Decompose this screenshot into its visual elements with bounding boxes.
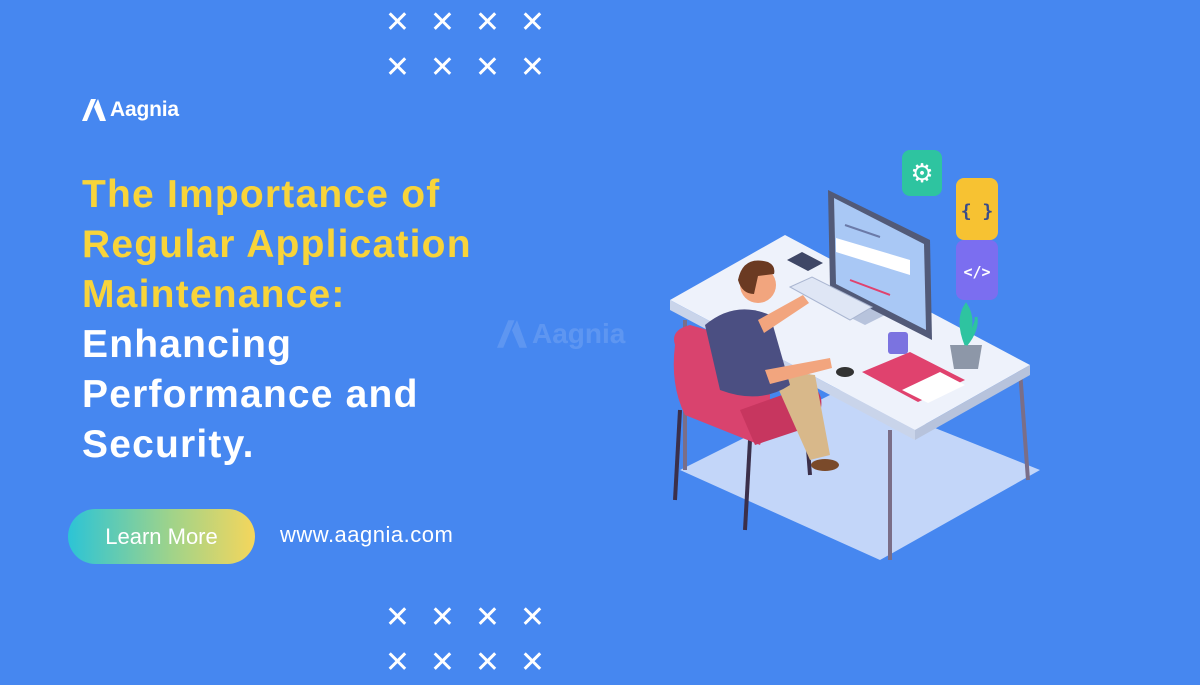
- x-mark-icon: ✕: [384, 644, 411, 680]
- mug: [888, 332, 908, 354]
- title-line-subtitle: Performance and: [82, 373, 419, 416]
- person-shoe: [811, 459, 839, 471]
- svg-text:</>: </>: [963, 263, 990, 281]
- website-link[interactable]: www.aagnia.com: [280, 522, 453, 548]
- plant-pot: [950, 345, 982, 369]
- gear-tile-icon: ⚙: [902, 150, 942, 196]
- brand-logo[interactable]: Aagnia: [82, 98, 179, 122]
- x-mark-icon: ✕: [519, 49, 546, 85]
- x-mark-icon: ✕: [429, 599, 456, 635]
- title-line-subtitle: Enhancing: [82, 323, 293, 366]
- svg-text:{ }: { }: [961, 201, 994, 222]
- x-mark-icon: ✕: [474, 49, 501, 85]
- x-mark-icon: ✕: [519, 644, 546, 680]
- x-mark-icon: ✕: [384, 4, 411, 40]
- x-mark-icon: ✕: [429, 4, 456, 40]
- x-mark-icon: ✕: [384, 599, 411, 635]
- watermark: Aagnia: [497, 318, 625, 350]
- title-line-subtitle: Security.: [82, 423, 255, 466]
- x-mark-icon: ✕: [519, 599, 546, 635]
- title-line-highlight: The Importance of: [82, 173, 441, 216]
- x-mark-icon: ✕: [429, 644, 456, 680]
- banner: ✕ ✕ ✕ ✕ ✕ ✕ ✕ ✕ Aagnia The Importance of…: [0, 0, 1200, 677]
- logo-mark-icon: [82, 99, 106, 121]
- brand-name: Aagnia: [110, 98, 179, 121]
- code-tag-tile-icon: </>: [956, 240, 998, 300]
- title-line-highlight: Maintenance:: [82, 273, 346, 316]
- developer-desk-illustration: ⚙ { } </>: [670, 150, 1040, 560]
- x-mark-icon: ✕: [519, 4, 546, 40]
- title-line-highlight: Regular Application: [82, 223, 472, 266]
- x-mark-icon: ✕: [429, 49, 456, 85]
- x-mark-icon: ✕: [474, 599, 501, 635]
- x-mark-icon: ✕: [474, 4, 501, 40]
- page-title: The Importance of Regular Application Ma…: [82, 170, 472, 470]
- mouse: [836, 367, 854, 377]
- curly-braces-tile-icon: { }: [956, 178, 998, 240]
- x-mark-icon: ✕: [474, 644, 501, 680]
- decorative-x-pattern-bottom: ✕ ✕ ✕ ✕ ✕ ✕ ✕ ✕: [375, 595, 555, 685]
- decorative-x-pattern-top: ✕ ✕ ✕ ✕ ✕ ✕ ✕ ✕: [375, 0, 555, 90]
- x-mark-icon: ✕: [384, 49, 411, 85]
- learn-more-button[interactable]: Learn More: [68, 509, 255, 564]
- svg-text:⚙: ⚙: [910, 159, 933, 189]
- chair-leg: [673, 409, 682, 501]
- watermark-text: Aagnia: [532, 318, 626, 349]
- logo-mark-icon: [497, 320, 527, 348]
